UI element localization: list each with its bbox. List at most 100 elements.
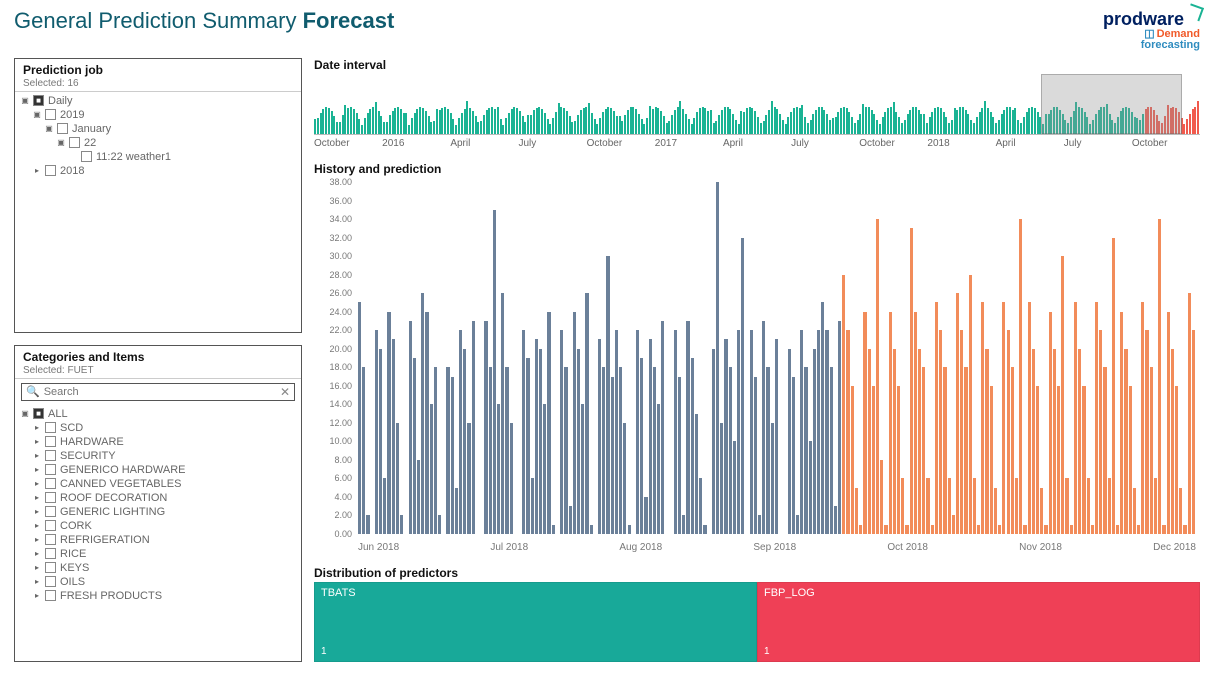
checkbox-icon[interactable] [57,123,68,134]
checkbox-icon[interactable] [45,422,56,433]
checkbox-icon[interactable] [45,506,56,517]
dist-count: 1 [321,646,327,657]
history-chart[interactable]: 0.002.004.006.008.0010.0012.0014.0016.00… [314,178,1200,556]
axis-label: 12.00 [329,418,352,428]
tree-item[interactable]: ▸ ROOF DECORATION [33,491,295,505]
tree-item[interactable]: ▸CANNED VEGETABLES [33,477,295,491]
tree-item[interactable]: ▸ GENERIC LIGHTING [33,505,295,519]
tree-item-label: RICE [60,548,86,560]
brand-tick-icon [1186,3,1204,21]
tree-item-label: SECURITY [60,450,116,462]
checkbox-icon[interactable] [45,576,56,587]
expand-icon[interactable]: ▸ [33,563,41,572]
prediction-panel-selected: Selected: 16 [23,78,293,89]
axis-label: 16.00 [329,381,352,391]
tree-item[interactable]: 11:22 weather1 [69,150,295,164]
dist-block-fbplog[interactable]: FBP_LOG 1 [757,582,1200,662]
tree-item[interactable]: ▸ OILS [33,575,295,589]
checkbox-icon[interactable] [45,450,56,461]
categories-search-input[interactable] [44,386,280,398]
expand-icon[interactable]: ▸ [33,521,41,530]
checkbox-icon[interactable] [45,436,56,447]
clear-icon[interactable]: ✕ [280,385,290,399]
axis-label: 38.00 [329,177,352,187]
axis-label: 28.00 [329,270,352,280]
checkbox-icon[interactable] [45,590,56,601]
expand-icon[interactable]: ▸ [33,423,41,432]
axis-label: Dec 2018 [1153,542,1196,556]
tree-item[interactable]: ▸REFRIGERATION [33,533,295,547]
range-selector[interactable] [1041,74,1183,134]
checkbox-icon[interactable] [69,137,80,148]
tree-item[interactable]: ▣2019 [33,108,295,122]
expand-icon[interactable]: ▣ [45,124,53,133]
dist-label: FBP_LOG [764,587,815,599]
axis-label: July [791,138,859,149]
tree-item[interactable]: ▸ KEYS [33,561,295,575]
axis-label: 22.00 [329,325,352,335]
tree-item[interactable]: ▸SCD [33,421,295,435]
categories-panel-selected: Selected: FUET [23,365,293,376]
tree-item-label: ROOF DECORATION [60,492,167,504]
tree-item[interactable]: ▣22 [57,136,295,150]
tree-item[interactable]: ▣January [45,122,295,136]
tree-item[interactable]: ▸CORK [33,519,295,533]
expand-icon[interactable]: ▸ [33,465,41,474]
expand-icon[interactable]: ▣ [21,409,29,418]
expand-icon[interactable]: ▸ [33,549,41,558]
expand-icon[interactable]: ▣ [33,110,41,119]
expand-icon[interactable]: ▸ [33,437,41,446]
tree-item[interactable]: ▸HARDWARE [33,435,295,449]
expand-icon[interactable]: ▸ [33,591,41,600]
checkbox-icon[interactable]: ■ [33,95,44,106]
tree-item[interactable]: ▸ RICE [33,547,295,561]
expand-icon[interactable]: ▸ [33,493,41,502]
checkbox-icon[interactable] [45,109,56,120]
axis-label: 2017 [655,138,723,149]
prediction-tree[interactable]: ▣■Daily▣2019▣January▣2211:22 weather1▸20… [15,92,301,332]
tree-item-label: KEYS [60,562,89,574]
axis-label: 14.00 [329,399,352,409]
date-interval-chart[interactable]: October2016AprilJulyOctober2017AprilJuly… [314,74,1200,152]
checkbox-icon[interactable] [45,534,56,545]
expand-icon[interactable]: ▸ [33,479,41,488]
expand-icon[interactable]: ▸ [33,507,41,516]
tree-item[interactable]: ▸FRESH PRODUCTS [33,589,295,603]
tree-item[interactable]: ▸ SECURITY [33,449,295,463]
checkbox-icon[interactable] [45,492,56,503]
tree-item-label: OILS [60,576,85,588]
tree-item[interactable]: ▣■Daily [21,94,295,108]
checkbox-icon[interactable] [45,464,56,475]
categories-search[interactable]: 🔍 ✕ [21,383,295,401]
checkbox-icon[interactable] [45,478,56,489]
axis-label: Jul 2018 [490,542,528,556]
expand-icon[interactable]: ▣ [21,96,29,105]
checkbox-icon[interactable] [45,562,56,573]
checkbox-icon[interactable] [45,165,56,176]
expand-icon[interactable]: ▸ [33,451,41,460]
tree-item[interactable]: ▣■ALL [21,407,295,421]
checkbox-icon[interactable] [45,520,56,531]
expand-icon[interactable]: ▸ [33,166,41,175]
checkbox-icon[interactable] [45,548,56,559]
tree-item-label: GENERIC LIGHTING [60,506,165,518]
brand-sub1: Demand [1157,28,1200,40]
axis-label: 26.00 [329,288,352,298]
categories-panel: Categories and Items Selected: FUET 🔍 ✕ … [14,345,302,662]
brand-name: prodware [1103,9,1184,29]
expand-icon[interactable]: ▣ [57,138,65,147]
axis-label: 36.00 [329,196,352,206]
tree-item[interactable]: ▸2018 [33,164,295,178]
expand-icon[interactable]: ▸ [33,535,41,544]
expand-icon[interactable]: ▸ [33,577,41,586]
dist-block-tbats[interactable]: TBATS 1 [314,582,757,662]
axis-label: 34.00 [329,214,352,224]
brand-logo: prodware ◫Demand forecasting [1103,8,1200,52]
tree-item[interactable]: ▸GENERICO HARDWARE [33,463,295,477]
axis-label: July [1064,138,1132,149]
checkbox-icon[interactable]: ■ [33,408,44,419]
axis-label: Jun 2018 [358,542,399,556]
checkbox-icon[interactable] [81,151,92,162]
distribution-chart[interactable]: TBATS 1 FBP_LOG 1 [314,582,1200,662]
categories-tree[interactable]: ▣■ALL▸SCD▸HARDWARE▸SECURITY▸GENERICO HAR… [15,405,301,661]
